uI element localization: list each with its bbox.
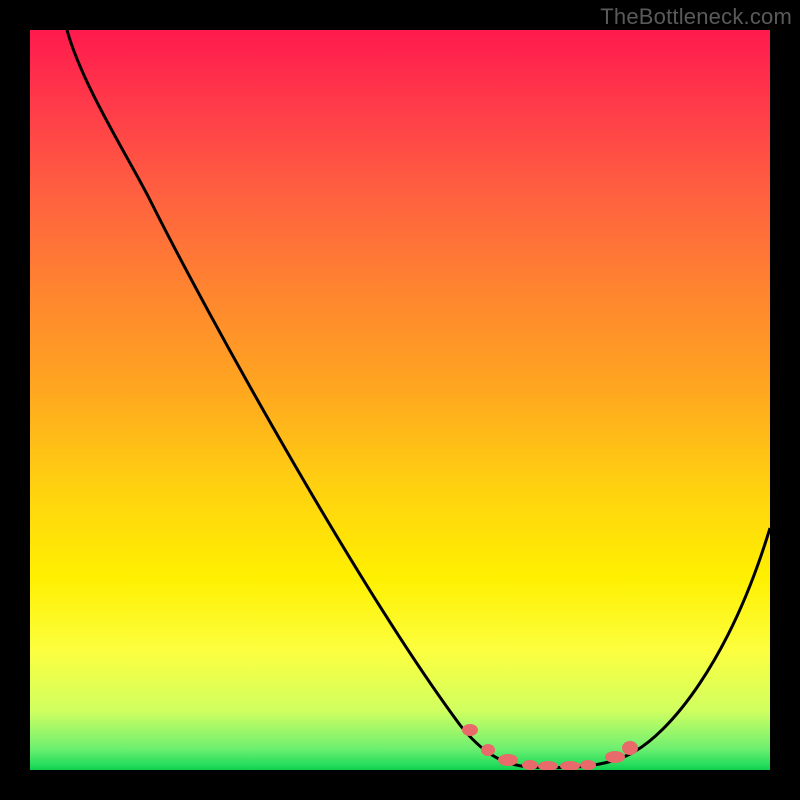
marker-dot (605, 751, 625, 763)
marker-dot (522, 760, 538, 770)
marker-dot (462, 724, 478, 736)
bottleneck-curve (30, 30, 770, 770)
plot-area (30, 30, 770, 770)
optimal-region-markers (462, 724, 638, 770)
marker-dot (560, 761, 580, 770)
marker-dot (498, 754, 518, 766)
attribution-watermark: TheBottleneck.com (600, 4, 792, 30)
marker-dot (622, 741, 638, 755)
marker-dot (538, 761, 558, 770)
chart-frame: TheBottleneck.com (0, 0, 800, 800)
marker-dot (481, 744, 495, 756)
marker-dot (580, 760, 596, 770)
curve-path (67, 30, 770, 768)
